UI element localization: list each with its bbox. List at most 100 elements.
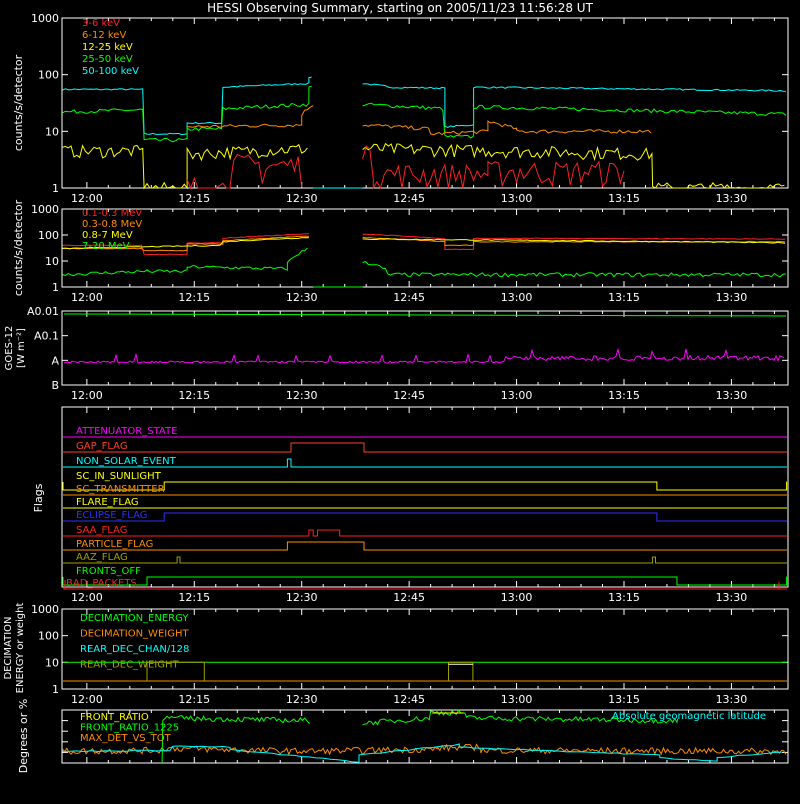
series-line-25-50kev bbox=[62, 85, 312, 143]
y-tick-label: B bbox=[51, 379, 59, 392]
time-tick-label: 12:00 bbox=[71, 389, 103, 402]
series-line-6-12kev bbox=[362, 120, 652, 136]
time-tick-label: 12:00 bbox=[71, 192, 103, 205]
time-tick-label: 13:15 bbox=[608, 591, 640, 604]
series-line-25-50kev bbox=[362, 102, 787, 139]
series-line-12-25kev bbox=[62, 143, 308, 190]
y-tick-label: 1000 bbox=[31, 203, 59, 216]
series-line-3-6kev bbox=[186, 153, 303, 190]
decimation-legend-entry: DECIMATION_ENERGY bbox=[80, 613, 189, 624]
time-tick-label: 12:45 bbox=[393, 591, 425, 604]
time-tick-label: 12:00 bbox=[71, 291, 103, 304]
flag-label: SC_TRANSMITTER bbox=[76, 484, 165, 495]
lo-energy-legend-entry: 50-100 keV bbox=[82, 66, 139, 77]
y-axis-label: GOES-12 bbox=[4, 326, 15, 371]
y-tick-label: A bbox=[51, 354, 59, 367]
y-axis-label-2: ENERGY or weight bbox=[15, 603, 26, 694]
ratios-legend-entry: FRONT_RATIO bbox=[80, 712, 149, 723]
y-tick-label: 1 bbox=[52, 281, 59, 294]
y-tick-label: 10 bbox=[45, 255, 59, 268]
y-axis-label: counts/s/detector bbox=[12, 54, 25, 151]
time-tick-label: 13:00 bbox=[501, 693, 533, 706]
series-line-front-ratio-1225 bbox=[161, 715, 310, 764]
time-tick-label: 12:30 bbox=[286, 591, 318, 604]
time-tick-label: 13:30 bbox=[716, 693, 748, 706]
series-line-7-20mev bbox=[362, 260, 786, 278]
time-tick-label: 12:45 bbox=[393, 291, 425, 304]
hi-energy-legend-entry: 0.3-0.8 MeV bbox=[82, 219, 142, 230]
y-tick-label: 1000 bbox=[31, 12, 59, 25]
flag-label: PARTICLE_FLAG bbox=[76, 539, 153, 550]
flag-label: ECLIPSE_FLAG bbox=[76, 510, 147, 521]
y-axis-label: counts/s/detector bbox=[12, 199, 25, 296]
flag-line bbox=[62, 576, 788, 586]
time-tick-label: 13:15 bbox=[608, 291, 640, 304]
time-tick-label: 12:30 bbox=[286, 389, 318, 402]
series-line-3-6kev bbox=[362, 145, 625, 190]
y-axis-label-units: [W m⁻²] bbox=[16, 328, 27, 368]
time-tick-label: 12:15 bbox=[178, 591, 210, 604]
time-tick-label: 13:00 bbox=[501, 591, 533, 604]
flag-line bbox=[63, 529, 787, 537]
hi-energy-legend-entry: 0.1-0.3 MeV bbox=[82, 208, 142, 219]
time-tick-label: 12:45 bbox=[393, 389, 425, 402]
series-line-6-12kev bbox=[187, 105, 314, 128]
y-axis-label: DECIMATION bbox=[3, 616, 14, 679]
flag-label: FLARE_FLAG bbox=[76, 497, 139, 508]
time-tick-label: 13:00 bbox=[501, 192, 533, 205]
flag-line bbox=[63, 442, 787, 453]
time-tick-label: 13:30 bbox=[716, 389, 748, 402]
flag-label: BAD_PACKETS bbox=[66, 578, 137, 589]
y-tick-label: 1 bbox=[52, 683, 59, 696]
y-tick-label: 1 bbox=[52, 182, 59, 195]
series-line-0.8-7mev bbox=[362, 238, 786, 244]
time-tick-label: 12:30 bbox=[286, 693, 318, 706]
time-tick-label: 12:45 bbox=[393, 192, 425, 205]
flag-label: AAZ_FLAG bbox=[76, 552, 128, 563]
ratios-legend-entry: FRONT_RATIO_1225 bbox=[80, 723, 179, 734]
lo-energy-legend-entry: 3-6 keV bbox=[82, 18, 120, 29]
series-line-rear-dec-weight bbox=[448, 661, 474, 681]
series-line-50-100kev bbox=[362, 83, 786, 128]
time-tick-label: 12:15 bbox=[178, 192, 210, 205]
flag-label: ATTENUATOR_STATE bbox=[76, 426, 177, 437]
lo-energy-legend-entry: 12-25 keV bbox=[82, 42, 133, 53]
y-tick-label: 1000 bbox=[31, 603, 59, 616]
page-title: HESSI Observing Summary, starting on 200… bbox=[207, 1, 593, 15]
y-tick-label: 10 bbox=[45, 656, 59, 669]
time-tick-label: 12:15 bbox=[178, 291, 210, 304]
y-tick-label: 100 bbox=[38, 229, 59, 242]
decimation-legend-entry: DECIMATION_WEIGHT bbox=[80, 629, 189, 640]
flag-label: SAA_FLAG bbox=[76, 525, 127, 536]
y-tick-label: A0.01 bbox=[27, 305, 59, 318]
time-tick-label: 13:00 bbox=[501, 389, 533, 402]
time-tick-label: 13:30 bbox=[716, 591, 748, 604]
time-tick-label: 12:30 bbox=[286, 291, 318, 304]
time-tick-label: 12:15 bbox=[178, 693, 210, 706]
time-tick-label: 13:00 bbox=[501, 291, 533, 304]
hessi-summary: HESSI Observing Summary, starting on 200… bbox=[0, 0, 800, 800]
hi-energy-legend-entry: 7-20 MeV bbox=[82, 241, 130, 252]
flag-label: GAP_FLAG bbox=[76, 441, 128, 452]
series-line-7-20mev bbox=[62, 247, 308, 277]
lo-energy-frame bbox=[61, 17, 789, 189]
time-tick-label: 13:15 bbox=[608, 192, 640, 205]
time-tick-label: 13:30 bbox=[716, 291, 748, 304]
flag-label: FRONTS_OFF bbox=[76, 566, 141, 577]
flag-label: NON_SOLAR_EVENT bbox=[76, 456, 177, 467]
series-line-goes-long bbox=[63, 313, 787, 317]
y-axis-label: Degrees or % bbox=[17, 699, 30, 773]
series-line-goes-short bbox=[63, 347, 785, 364]
flag-line bbox=[63, 541, 787, 551]
time-tick-label: 13:15 bbox=[608, 693, 640, 706]
ratios-legend-entry: Absolute geomagnetic latitude bbox=[612, 711, 766, 722]
decimation-legend-entry: REAR_DEC_WEIGHT bbox=[80, 660, 179, 671]
y-tick-label: 10 bbox=[45, 125, 59, 138]
time-tick-label: 12:00 bbox=[71, 693, 103, 706]
time-tick-label: 12:30 bbox=[286, 192, 318, 205]
flag-line bbox=[63, 512, 787, 522]
time-tick-label: 12:15 bbox=[178, 389, 210, 402]
time-tick-label: 12:00 bbox=[71, 591, 103, 604]
lo-energy-legend-entry: 6-12 keV bbox=[82, 30, 126, 41]
y-tick-label: A0.1 bbox=[34, 330, 59, 343]
